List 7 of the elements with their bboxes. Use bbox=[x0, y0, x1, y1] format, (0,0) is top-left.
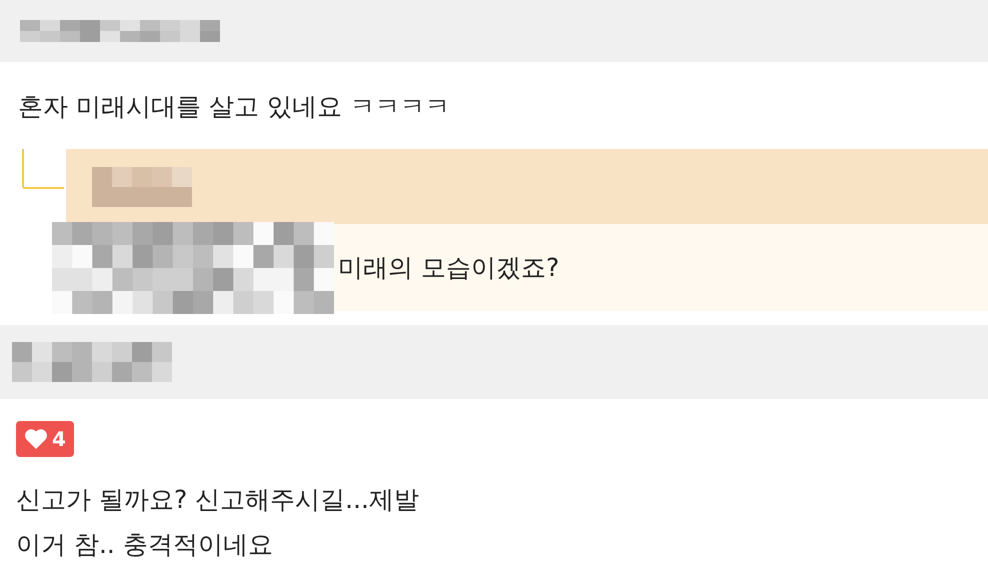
comment-text: 이거 참.. 충격적이네요 bbox=[16, 529, 274, 561]
comment-text: 혼자 미래시대를 살고 있네요 ㅋㅋㅋㅋ bbox=[18, 91, 451, 123]
reply-text: 미래의 모습이겠죠? bbox=[338, 252, 560, 284]
comment-text: 신고가 될까요? 신고해주시길...제발 bbox=[16, 484, 420, 516]
heart-icon bbox=[24, 428, 48, 450]
reply-connector bbox=[22, 149, 64, 189]
like-badge[interactable]: 4 bbox=[16, 421, 74, 457]
